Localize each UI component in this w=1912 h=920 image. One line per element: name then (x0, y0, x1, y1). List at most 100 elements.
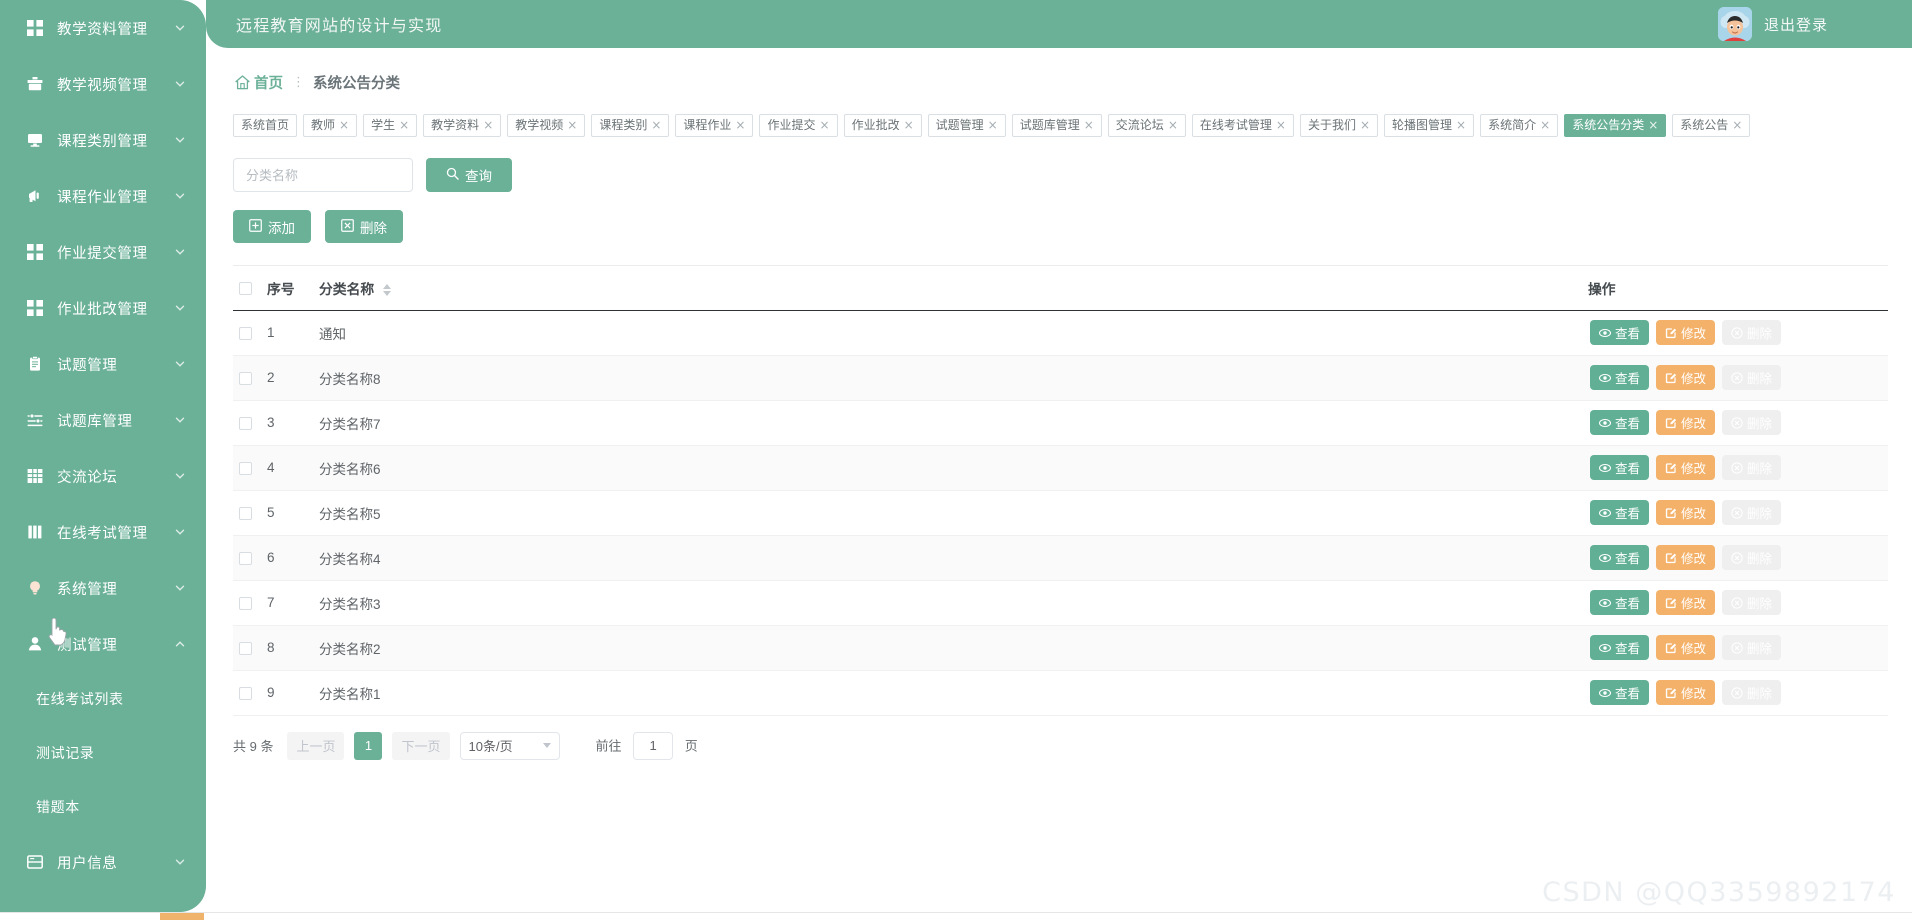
row-delete-button[interactable]: 删除 (1722, 680, 1782, 705)
tab-chip[interactable]: 作业批改 × (843, 113, 922, 137)
row-view-button[interactable]: 查看 (1590, 590, 1650, 615)
sidebar-item-system-management[interactable]: 系统管理 (0, 560, 206, 616)
select-all-checkbox[interactable] (239, 282, 252, 296)
chevron-down-icon[interactable] (174, 414, 186, 426)
goto-page-input[interactable] (633, 731, 674, 760)
tab-chip[interactable]: 学生 × (363, 113, 418, 137)
tab-chip[interactable]: 系统简介 × (1480, 113, 1559, 137)
row-checkbox[interactable] (239, 461, 252, 475)
row-edit-button[interactable]: 修改 (1656, 635, 1716, 660)
tab-chip[interactable]: 教学视频 × (507, 113, 586, 137)
row-edit-button[interactable]: 修改 (1656, 365, 1716, 390)
sidebar-item-question-bank[interactable]: 试题库管理 (0, 392, 206, 448)
tab-chip[interactable]: 轮播图管理 × (1384, 113, 1475, 137)
row-delete-button[interactable]: 删除 (1722, 500, 1782, 525)
tab-close-icon[interactable]: × (988, 119, 998, 131)
sidebar-item-course-homework[interactable]: 课程作业管理 (0, 168, 206, 224)
tab-chip[interactable]: 教学资料 × (423, 113, 502, 137)
sidebar-subitem-wrong-question-book[interactable]: 错题本 (0, 780, 206, 834)
tab-chip[interactable]: 试题管理 × (927, 113, 1006, 137)
chevron-up-icon[interactable] (174, 638, 186, 650)
chevron-down-icon[interactable] (174, 582, 186, 594)
row-checkbox[interactable] (239, 596, 252, 610)
row-view-button[interactable]: 查看 (1590, 680, 1650, 705)
sidebar-item-course-categories[interactable]: 课程类别管理 (0, 112, 206, 168)
row-checkbox[interactable] (239, 416, 252, 430)
row-checkbox[interactable] (239, 326, 252, 340)
row-edit-button[interactable]: 修改 (1656, 590, 1716, 615)
sidebar-subitem-test-records[interactable]: 测试记录 (0, 726, 206, 780)
row-view-button[interactable]: 查看 (1590, 455, 1650, 480)
page-size-select[interactable]: 10条/页 (459, 731, 560, 760)
search-button[interactable]: 查询 (426, 158, 512, 192)
chevron-down-icon[interactable] (174, 190, 186, 202)
chevron-down-icon[interactable] (174, 246, 186, 258)
add-button[interactable]: 添加 (233, 210, 311, 243)
row-checkbox[interactable] (239, 506, 252, 520)
row-checkbox[interactable] (239, 551, 252, 565)
row-checkbox[interactable] (239, 641, 252, 655)
chevron-down-icon[interactable] (174, 526, 186, 538)
row-delete-button[interactable]: 删除 (1722, 410, 1782, 435)
tab-close-icon[interactable]: × (483, 119, 493, 131)
sidebar-item-forum[interactable]: 交流论坛 (0, 448, 206, 504)
row-edit-button[interactable]: 修改 (1656, 410, 1716, 435)
row-edit-button[interactable]: 修改 (1656, 545, 1716, 570)
sidebar-item-homework-grading[interactable]: 作业批改管理 (0, 280, 206, 336)
pagination-next-button[interactable]: 下一页 (392, 731, 450, 760)
chevron-down-icon[interactable] (174, 302, 186, 314)
row-checkbox[interactable] (239, 686, 252, 700)
chevron-down-icon[interactable] (174, 78, 186, 90)
tab-close-icon[interactable]: × (1084, 119, 1094, 131)
tab-chip[interactable]: 试题库管理 × (1011, 113, 1102, 137)
batch-delete-button[interactable]: 删除 (325, 210, 403, 243)
sidebar-item-teaching-videos[interactable]: 教学视频管理 (0, 56, 206, 112)
tab-close-icon[interactable]: × (735, 119, 745, 131)
row-edit-button[interactable]: 修改 (1656, 320, 1716, 345)
sort-toggle-icon[interactable] (383, 284, 392, 297)
row-delete-button[interactable]: 删除 (1722, 320, 1782, 345)
tab-close-icon[interactable]: × (399, 119, 409, 131)
row-delete-button[interactable]: 删除 (1722, 365, 1782, 390)
row-view-button[interactable]: 查看 (1590, 365, 1650, 390)
tab-close-icon[interactable]: × (820, 119, 830, 131)
sidebar-item-exam-questions[interactable]: 试题管理 (0, 336, 206, 392)
tab-chip[interactable]: 课程作业 × (675, 113, 754, 137)
row-delete-button[interactable]: 删除 (1722, 455, 1782, 480)
sidebar-item-online-exam[interactable]: 在线考试管理 (0, 504, 206, 560)
tab-chip[interactable]: 作业提交 × (759, 113, 838, 137)
tab-close-icon[interactable]: × (1168, 119, 1178, 131)
pagination-prev-button[interactable]: 上一页 (287, 731, 345, 760)
sidebar-item-user-info[interactable]: 用户信息 (0, 834, 206, 890)
tab-chip[interactable]: 课程类别 × (591, 113, 670, 137)
pagination-page-1[interactable]: 1 (354, 731, 383, 760)
tab-close-icon[interactable]: × (1456, 119, 1466, 131)
tab-close-icon[interactable]: × (339, 119, 349, 131)
tab-close-icon[interactable]: × (1648, 119, 1658, 131)
tab-chip[interactable]: 交流论坛 × (1107, 113, 1186, 137)
row-delete-button[interactable]: 删除 (1722, 635, 1782, 660)
tab-close-icon[interactable]: × (651, 119, 661, 131)
tab-chip[interactable]: 系统公告 × (1672, 113, 1751, 137)
sidebar-item-test-management[interactable]: 测试管理 (0, 616, 206, 672)
row-delete-button[interactable]: 删除 (1722, 590, 1782, 615)
chevron-down-icon[interactable] (174, 22, 186, 34)
tab-close-icon[interactable]: × (1732, 119, 1742, 131)
row-view-button[interactable]: 查看 (1590, 410, 1650, 435)
sidebar-item-teaching-materials[interactable]: 教学资料管理 (0, 0, 206, 56)
chevron-down-icon[interactable] (174, 470, 186, 482)
chevron-down-icon[interactable] (174, 856, 186, 868)
logout-button[interactable]: 退出登录 (1764, 14, 1828, 35)
tab-close-icon[interactable]: × (1276, 119, 1286, 131)
breadcrumb-home-link[interactable]: 首页 (235, 72, 283, 93)
row-view-button[interactable]: 查看 (1590, 320, 1650, 345)
tab-close-icon[interactable]: × (1540, 119, 1550, 131)
sidebar-item-homework-submission[interactable]: 作业提交管理 (0, 224, 206, 280)
search-input[interactable] (233, 158, 413, 192)
tab-chip[interactable]: 关于我们 × (1299, 113, 1379, 137)
row-view-button[interactable]: 查看 (1590, 635, 1650, 660)
tab-close-icon[interactable]: × (1360, 119, 1370, 131)
chevron-down-icon[interactable] (174, 134, 186, 146)
user-avatar[interactable] (1717, 7, 1752, 41)
tab-close-icon[interactable]: × (904, 119, 914, 131)
